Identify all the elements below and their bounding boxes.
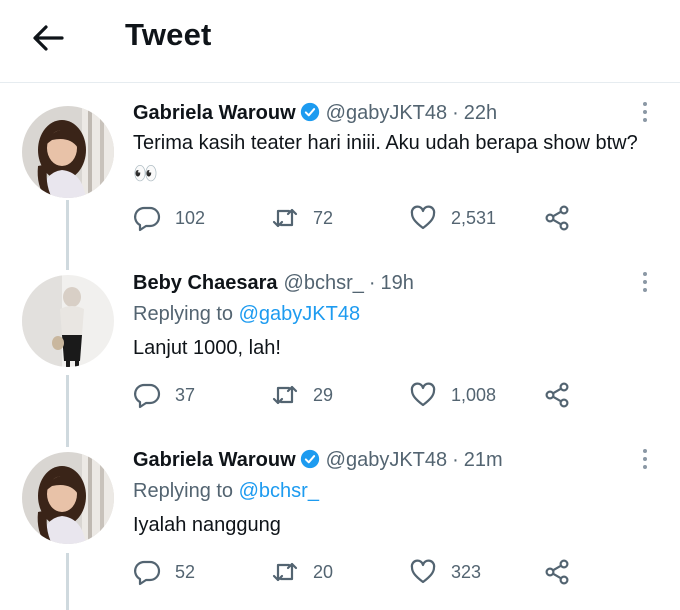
- separator-dot: ·: [452, 102, 459, 124]
- retweet-button[interactable]: 29: [271, 380, 333, 410]
- like-count: 1,008: [451, 384, 497, 405]
- retweet-icon: [272, 562, 298, 582]
- thread-line: [66, 553, 69, 610]
- separator-dot: ·: [452, 449, 459, 471]
- author-name[interactable]: Gabriela Warouw: [133, 449, 296, 471]
- replying-to: Replying to @gabyJKT48: [133, 301, 360, 327]
- author-handle[interactable]: @bchsr_: [284, 272, 364, 294]
- tweet-time[interactable]: 19h: [381, 272, 414, 294]
- share-icon: [545, 205, 569, 231]
- tweet-time[interactable]: 22h: [464, 102, 497, 124]
- retweet-count: 29: [313, 384, 334, 405]
- like-button[interactable]: 1,008: [409, 380, 496, 410]
- retweet-button[interactable]: 20: [271, 557, 333, 587]
- replying-label: Replying to: [133, 480, 234, 502]
- verified-badge-icon: [300, 449, 320, 469]
- reply-count: 37: [175, 384, 196, 405]
- reply-icon: [134, 560, 161, 586]
- like-button[interactable]: 323: [409, 557, 481, 587]
- replying-to-link[interactable]: @bchsr_: [239, 480, 319, 502]
- replying-label: Replying to: [133, 303, 234, 325]
- replying-to-link[interactable]: @gabyJKT48: [239, 303, 360, 325]
- reply-icon: [134, 383, 161, 409]
- share-button[interactable]: [543, 380, 571, 410]
- author-name[interactable]: Beby Chaesara: [133, 272, 278, 294]
- thread-line: [66, 375, 69, 447]
- retweet-button[interactable]: 72: [271, 203, 333, 233]
- like-icon: [410, 382, 436, 407]
- tweet-header: Beby Chaesara @bchsr_ · 19h: [133, 270, 414, 296]
- tweet-text: Terima kasih teater hari iniii. Aku udah…: [133, 132, 638, 185]
- like-count: 2,531: [451, 207, 497, 228]
- separator-dot: ·: [368, 272, 376, 294]
- author-handle[interactable]: @gabyJKT48: [326, 102, 447, 124]
- retweet-count: 20: [313, 561, 334, 582]
- reply-button[interactable]: 102: [133, 203, 205, 233]
- reply-button[interactable]: 52: [133, 557, 195, 587]
- retweet-count: 72: [313, 207, 334, 228]
- thread-line: [66, 200, 69, 270]
- author-handle[interactable]: @gabyJKT48: [326, 449, 447, 471]
- avatar[interactable]: [22, 275, 114, 367]
- reply-button[interactable]: 37: [133, 380, 195, 410]
- more-options-icon[interactable]: [640, 272, 650, 296]
- tweet-header: Gabriela Warouw @gabyJKT48 · 22h: [133, 100, 497, 126]
- share-button[interactable]: [543, 203, 571, 233]
- reply-count: 102: [175, 207, 206, 228]
- back-arrow-icon[interactable]: [30, 20, 66, 56]
- reply-count: 52: [175, 561, 196, 582]
- like-icon: [410, 205, 436, 230]
- tweet-actions: 37 29 1,008: [133, 380, 653, 410]
- tweet-header: Gabriela Warouw @gabyJKT48 · 21m: [133, 447, 503, 473]
- tweet-actions: 52 20 323: [133, 557, 653, 587]
- top-bar: Tweet: [0, 0, 680, 83]
- like-button[interactable]: 2,531: [409, 203, 496, 233]
- more-options-icon[interactable]: [640, 449, 650, 473]
- reply-icon: [134, 206, 161, 232]
- tweet-text: Iyalah nanggung: [133, 514, 281, 536]
- tweet-time[interactable]: 21m: [464, 449, 503, 471]
- like-count: 323: [451, 561, 482, 582]
- author-name[interactable]: Gabriela Warouw: [133, 102, 296, 124]
- tweet-text: Lanjut 1000, lah!: [133, 337, 281, 359]
- share-icon: [545, 559, 569, 585]
- share-button[interactable]: [543, 557, 571, 587]
- verified-badge-icon: [300, 102, 320, 122]
- avatar[interactable]: [22, 106, 114, 198]
- more-options-icon[interactable]: [640, 102, 650, 126]
- retweet-icon: [272, 208, 298, 228]
- tweet-actions: 102 72 2,531: [133, 203, 653, 233]
- avatar[interactable]: [22, 452, 114, 544]
- retweet-icon: [272, 385, 298, 405]
- share-icon: [545, 382, 569, 408]
- like-icon: [410, 559, 436, 584]
- replying-to: Replying to @bchsr_: [133, 478, 319, 504]
- page-title: Tweet: [125, 17, 212, 52]
